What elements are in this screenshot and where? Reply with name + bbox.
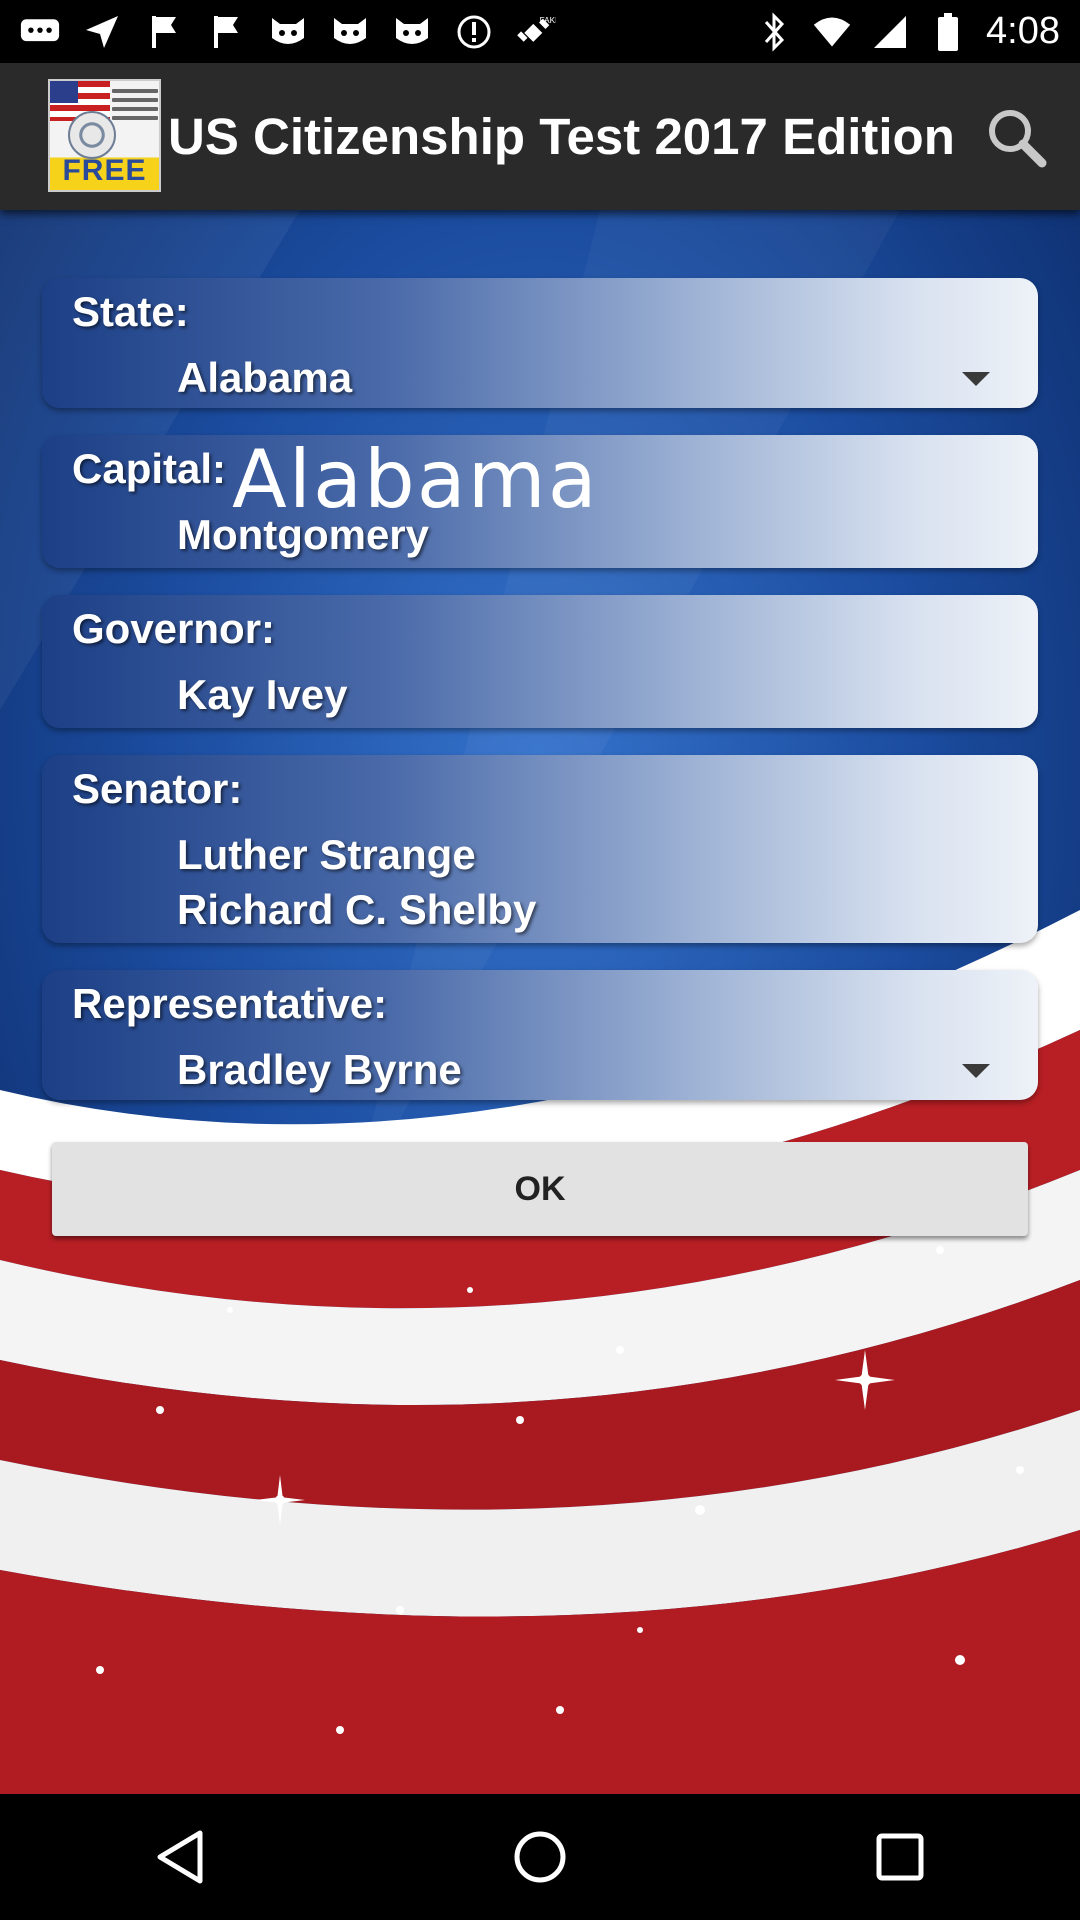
- wifi-icon: [812, 12, 852, 52]
- app-logo[interactable]: FREE: [48, 79, 161, 192]
- flag-icon: [144, 12, 184, 52]
- signal-icon: [870, 12, 910, 52]
- message-icon: [20, 12, 60, 52]
- back-button[interactable]: [140, 1817, 220, 1897]
- representative-label: Representative:: [72, 980, 388, 1027]
- app-title: US Citizenship Test 2017 Edition: [168, 108, 955, 165]
- dropdown-arrow-icon: [962, 1064, 990, 1078]
- main-content: State: Alabama Capital: Alabama Montgome…: [0, 210, 1080, 1794]
- alert-icon: [454, 12, 494, 52]
- state-dropdown[interactable]: State: Alabama: [42, 278, 1038, 408]
- flag-icon: [206, 12, 246, 52]
- senator-label: Senator:: [72, 765, 243, 812]
- ok-button[interactable]: OK: [52, 1142, 1028, 1236]
- system-icons: 4:08: [754, 10, 1060, 53]
- governor-label: Governor:: [72, 605, 276, 652]
- senator-value: Richard C. Shelby: [177, 886, 537, 933]
- recents-button[interactable]: [860, 1817, 940, 1897]
- senator-value: Luther Strange: [177, 831, 476, 878]
- status-time: 4:08: [986, 10, 1060, 52]
- capital-card: Capital: Alabama Montgomery: [42, 433, 1038, 568]
- navigation-bar: [0, 1794, 1080, 1920]
- logo-canton: [50, 81, 78, 103]
- home-icon: [514, 1831, 566, 1883]
- back-icon: [157, 1830, 203, 1884]
- governor-value: Kay Ivey: [177, 671, 348, 718]
- svg-text:FAKE: FAKE: [540, 15, 556, 24]
- governor-card: Governor: Kay Ivey: [42, 595, 1038, 728]
- capital-value: Montgomery: [177, 511, 429, 558]
- logo-text-lines: [112, 89, 158, 125]
- notification-icons: FAKE: [20, 12, 556, 52]
- senator-card: Senator: Luther Strange Richard C. Shelb…: [42, 755, 1038, 943]
- cat-icon: [392, 12, 432, 52]
- dropdown-arrow-icon: [962, 372, 990, 386]
- status-bar: FAKE 4:08: [0, 0, 1080, 63]
- home-button[interactable]: [500, 1817, 580, 1897]
- navigation-icon: [82, 12, 122, 52]
- app-bar: FREE US Citizenship Test 2017 Edition: [0, 63, 1080, 210]
- search-button[interactable]: [984, 105, 1050, 171]
- cat-icon: [330, 12, 370, 52]
- fake-gps-icon: FAKE: [516, 12, 556, 52]
- state-label: State:: [72, 288, 189, 335]
- battery-icon: [928, 12, 968, 52]
- cat-icon: [268, 12, 308, 52]
- logo-free-text: FREE: [62, 154, 147, 187]
- representative-dropdown[interactable]: Representative: Bradley Byrne: [42, 970, 1038, 1100]
- representative-value: Bradley Byrne: [177, 1046, 462, 1093]
- capital-label: Capital:: [72, 445, 227, 492]
- bluetooth-icon: [754, 11, 794, 52]
- state-value: Alabama: [177, 354, 353, 401]
- search-icon: [989, 110, 1047, 168]
- recents-icon: [876, 1833, 924, 1881]
- logo-seal-icon: [68, 111, 116, 159]
